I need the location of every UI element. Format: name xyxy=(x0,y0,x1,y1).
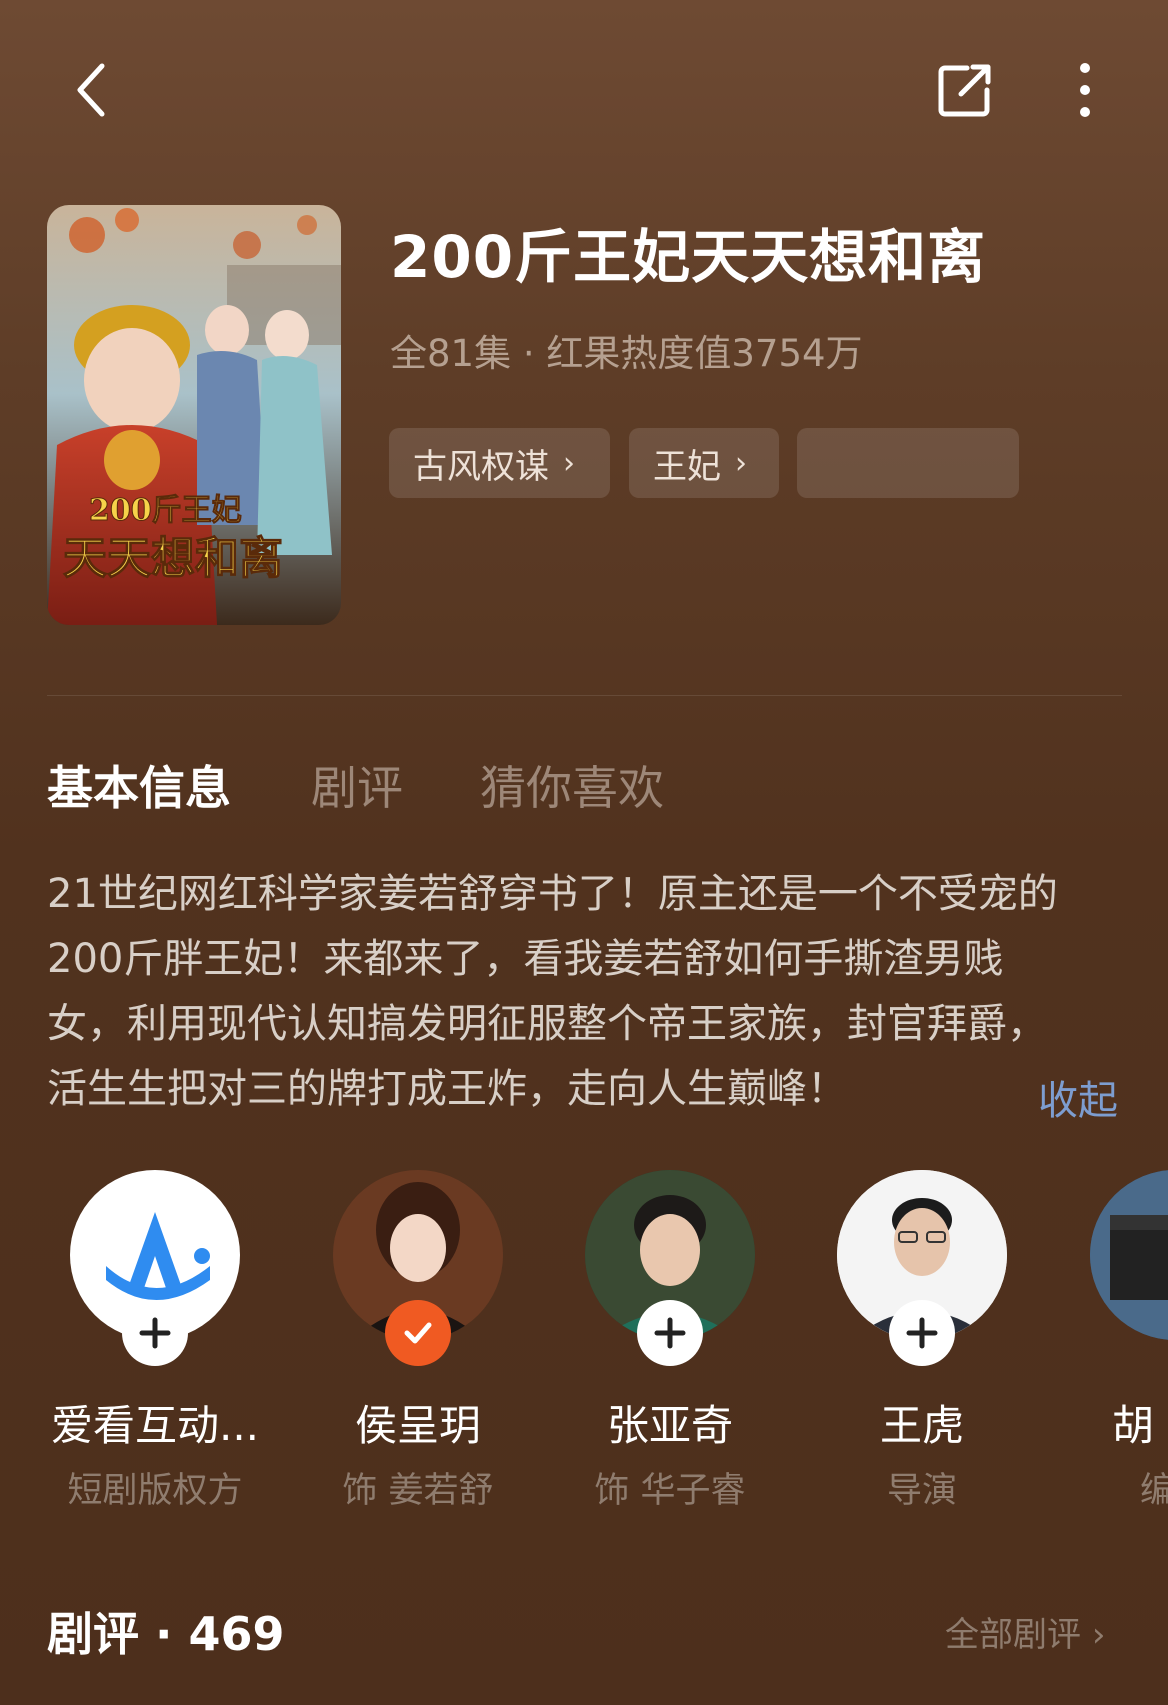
tag-label: 古风权谋 xyxy=(413,446,549,487)
plus-icon xyxy=(139,1317,171,1349)
tag-chip[interactable]: 古风权谋 › xyxy=(389,428,610,498)
more-button[interactable] xyxy=(1055,55,1115,125)
drama-title: 200斤王妃天天想和离 xyxy=(390,223,987,291)
cast-name: 侯呈玥 xyxy=(354,1401,481,1450)
divider xyxy=(47,695,1122,696)
top-bar xyxy=(0,0,1168,180)
cast-role: 导演 xyxy=(886,1471,957,1511)
description-line: 女，利用现代认知搞发明征服整个帝王家族，封官拜爵， xyxy=(47,1001,1047,1047)
description-line: 21世纪网红科学家姜若舒穿书了！原主还是一个不受宠的 xyxy=(47,871,1058,917)
chevron-right-icon: › xyxy=(735,445,747,481)
cast-role: 编 xyxy=(1140,1471,1168,1511)
clapperboard-icon xyxy=(1090,1170,1168,1340)
reviews-heading: 剧评 · 469 xyxy=(47,1607,285,1661)
all-reviews-label: 全部剧评 xyxy=(945,1615,1081,1655)
cast-name: 王虎 xyxy=(879,1401,964,1450)
cast-role: 饰 姜若舒 xyxy=(342,1471,494,1511)
more-vertical-icon xyxy=(1080,63,1090,117)
follow-button[interactable] xyxy=(889,1300,955,1366)
chevron-right-icon: › xyxy=(1091,1615,1106,1655)
follow-button[interactable] xyxy=(122,1300,188,1366)
share-icon xyxy=(938,64,991,117)
tab-recommendations[interactable]: 猜你喜欢 xyxy=(480,752,664,818)
cast-name: 爱看互动... xyxy=(50,1401,260,1450)
cast-member-partial[interactable] xyxy=(1090,1170,1168,1340)
tag-chip[interactable]: 王妃 › xyxy=(629,428,779,498)
chevron-left-icon xyxy=(77,63,105,117)
plus-icon xyxy=(654,1317,686,1349)
avatar xyxy=(1090,1170,1168,1340)
chevron-right-icon: › xyxy=(563,445,575,481)
cast-role: 饰 华子睿 xyxy=(594,1471,746,1511)
description-line: 200斤胖王妃！来都来了，看我姜若舒如何手撕渣男贱 xyxy=(47,936,1004,982)
tag-chip-placeholder[interactable] xyxy=(797,428,1019,498)
cast-name: 张亚奇 xyxy=(606,1401,733,1450)
cast-role: 短剧版权方 xyxy=(67,1471,243,1511)
tag-label: 王妃 xyxy=(653,446,721,487)
share-button[interactable] xyxy=(930,55,1000,125)
drama-poster[interactable]: 200斤王妃 天天想和离 xyxy=(47,205,341,625)
poster-title-line1: 200斤王妃 xyxy=(89,493,242,528)
poster-title-line2: 天天想和离 xyxy=(63,533,283,584)
description-line: 活生生把对三的牌打成王炸，走向人生巅峰！ xyxy=(47,1066,847,1112)
check-icon xyxy=(404,1322,432,1344)
followed-badge[interactable] xyxy=(385,1300,451,1366)
follow-button[interactable] xyxy=(637,1300,703,1366)
collapse-link[interactable]: 收起 xyxy=(1038,1068,1118,1126)
poster-image: 200斤王妃 天天想和离 xyxy=(47,205,341,625)
all-reviews-link[interactable]: 全部剧评 › xyxy=(945,1607,1105,1656)
tab-basic-info[interactable]: 基本信息 xyxy=(47,752,231,818)
cast-name: 胡 xyxy=(1112,1401,1155,1450)
plus-icon xyxy=(906,1317,938,1349)
drama-meta: 全81集 · 红果热度值3754万 xyxy=(390,332,863,375)
tab-reviews[interactable]: 剧评 xyxy=(311,752,403,818)
back-button[interactable] xyxy=(60,55,120,125)
drama-description: 21世纪网红科学家姜若舒穿书了！原主还是一个不受宠的 200斤胖王妃！来都来了，… xyxy=(47,862,1127,1122)
